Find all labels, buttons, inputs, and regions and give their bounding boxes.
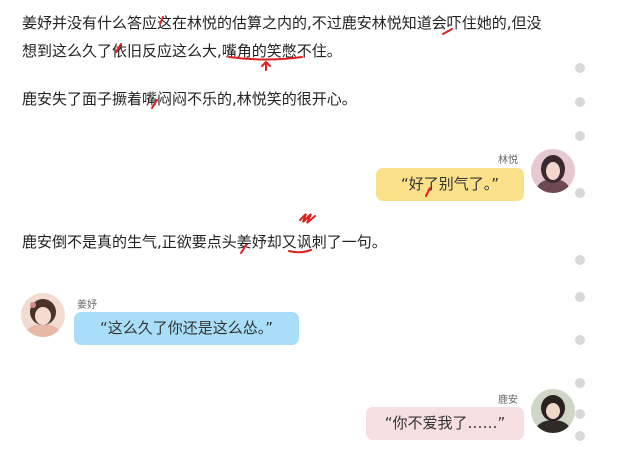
story-paragraph-3: 鹿安倒不是真的生气,正欲要点头姜妤却又讽刺了一句。 xyxy=(22,233,387,251)
speaker-name-jiangyu: 姜妤 xyxy=(77,300,97,311)
chat-bubble-linyue: “好了别气了。” xyxy=(376,168,524,201)
avatar-luan xyxy=(531,389,575,433)
story-paragraph-2: 鹿安失了面子撅着嘴闷闷不乐的,林悦笑的很开心。 xyxy=(22,90,357,108)
chat-bubble-luan: “你不爱我了……” xyxy=(366,407,524,440)
scroll-dot xyxy=(575,131,585,141)
speaker-name-linyue: 林悦 xyxy=(498,155,518,166)
scroll-dot xyxy=(575,97,585,107)
scroll-dot xyxy=(575,335,585,345)
scroll-dot xyxy=(575,431,585,441)
speaker-name-luan: 鹿安 xyxy=(498,395,518,406)
scroll-dot xyxy=(575,255,585,265)
scroll-dot xyxy=(575,63,585,73)
scroll-dot xyxy=(575,292,585,302)
annotation-scribble-1 xyxy=(299,213,316,224)
scroll-dot xyxy=(575,409,585,419)
scroll-dot xyxy=(575,378,585,388)
story-paragraph-1-line-1: 姜妤并没有什么答应这在林悦的估算之内的,不过鹿安林悦知道会吓住她的,但没 xyxy=(22,14,542,32)
avatar-jiangyu xyxy=(21,293,65,337)
story-paragraph-1-line-2: 想到这么久了依旧反应这么大,嘴角的笑憋不住。 xyxy=(22,42,342,60)
scroll-dot xyxy=(575,188,585,198)
chat-bubble-jiangyu: “这么久了你还是这么怂。” xyxy=(74,312,299,345)
avatar-linyue xyxy=(531,149,575,193)
